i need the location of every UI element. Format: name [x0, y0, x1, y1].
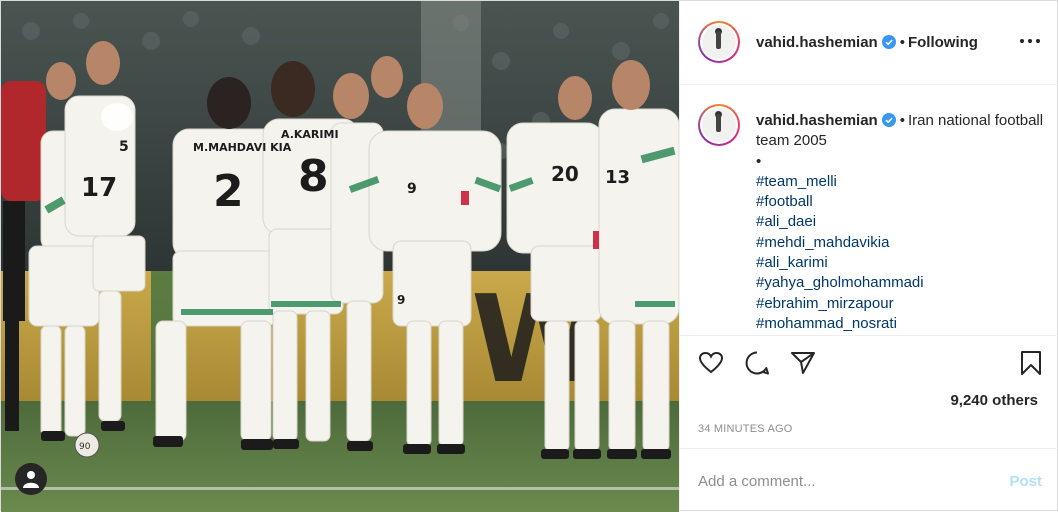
instagram-post: W M.MAHDAVI KIA A.KARIMI 2 8 9 20 17 5 1…	[0, 0, 1058, 512]
jersey-number-2: 2	[213, 166, 244, 217]
post-photo[interactable]: W M.MAHDAVI KIA A.KARIMI 2 8 9 20 17 5 1…	[1, 1, 679, 512]
username-link[interactable]: vahid.hashemian	[756, 34, 878, 51]
hashtag-link[interactable]: #mohammad_nosrati	[756, 314, 1046, 334]
more-options-icon[interactable]	[1020, 39, 1040, 45]
team-photo: W M.MAHDAVI KIA A.KARIMI 2 8 9 20 17 5 1…	[1, 1, 679, 512]
following-button[interactable]: Following	[908, 34, 978, 51]
hashtag-link[interactable]: #ali_daei	[756, 212, 1046, 232]
caption-avatar[interactable]	[698, 104, 740, 146]
caption-dot: •	[899, 112, 905, 129]
jersey-number-20: 20	[551, 162, 579, 186]
post-timestamp[interactable]: 34 MINUTES AGO	[698, 423, 793, 435]
separator-dot: •	[899, 34, 905, 51]
header-line: vahid.hashemian • Following	[756, 34, 978, 51]
hashtag-link[interactable]: #yahya_gholmohammadi	[756, 273, 1046, 293]
caption-body: vahid.hashemian • Iran national football …	[756, 111, 1046, 334]
avatar[interactable]	[698, 21, 740, 63]
hashtag-link[interactable]: #mehdi_mahdavikia	[756, 233, 1046, 253]
post-side-panel: vahid.hashemian • Following vahid.hashemi…	[679, 1, 1058, 512]
caption-area: vahid.hashemian • Iran national football …	[680, 86, 1058, 334]
action-bar: 9,240 others 34 MINUTES AGO	[680, 335, 1058, 445]
caption-username[interactable]: vahid.hashemian	[756, 112, 878, 129]
post-comment-button[interactable]: Post	[1009, 473, 1042, 490]
hashtag-link[interactable]: #ali_karimi	[756, 253, 1046, 273]
verified-badge-icon	[881, 113, 896, 127]
ball-number: 90	[79, 442, 91, 452]
jersey-name-karimi: A.KARIMI	[281, 128, 339, 141]
comment-box: Add a comment... Post	[680, 448, 1058, 512]
jersey-name-mahdavikia: M.MAHDAVI KIA	[193, 141, 292, 154]
person-icon	[23, 471, 39, 488]
share-icon[interactable]	[790, 350, 816, 376]
tagged-users-button[interactable]	[15, 463, 47, 495]
jersey-number-17: 17	[81, 173, 117, 203]
verified-badge-icon	[881, 35, 896, 49]
hashtag-link[interactable]: #ebrahim_mirzapour	[756, 294, 1046, 314]
heart-icon[interactable]	[698, 350, 724, 376]
jersey-number-13: 13	[605, 167, 630, 188]
post-header: vahid.hashemian • Following	[680, 1, 1058, 85]
hashtag-link[interactable]: #team_melli	[756, 172, 1046, 192]
jersey-number-9: 9	[407, 181, 417, 197]
caption-bullet: •	[756, 152, 762, 170]
shorts-number-9: 9	[397, 293, 405, 307]
comment-input[interactable]: Add a comment...	[698, 473, 816, 490]
comment-icon[interactable]	[744, 350, 770, 376]
hashtag-link[interactable]: #football	[756, 192, 1046, 212]
likes-count[interactable]: 9,240 others	[950, 392, 1038, 409]
jersey-number-8: 8	[298, 151, 329, 202]
bookmark-icon[interactable]	[1018, 350, 1044, 376]
jersey-number-5: 5	[119, 139, 129, 155]
